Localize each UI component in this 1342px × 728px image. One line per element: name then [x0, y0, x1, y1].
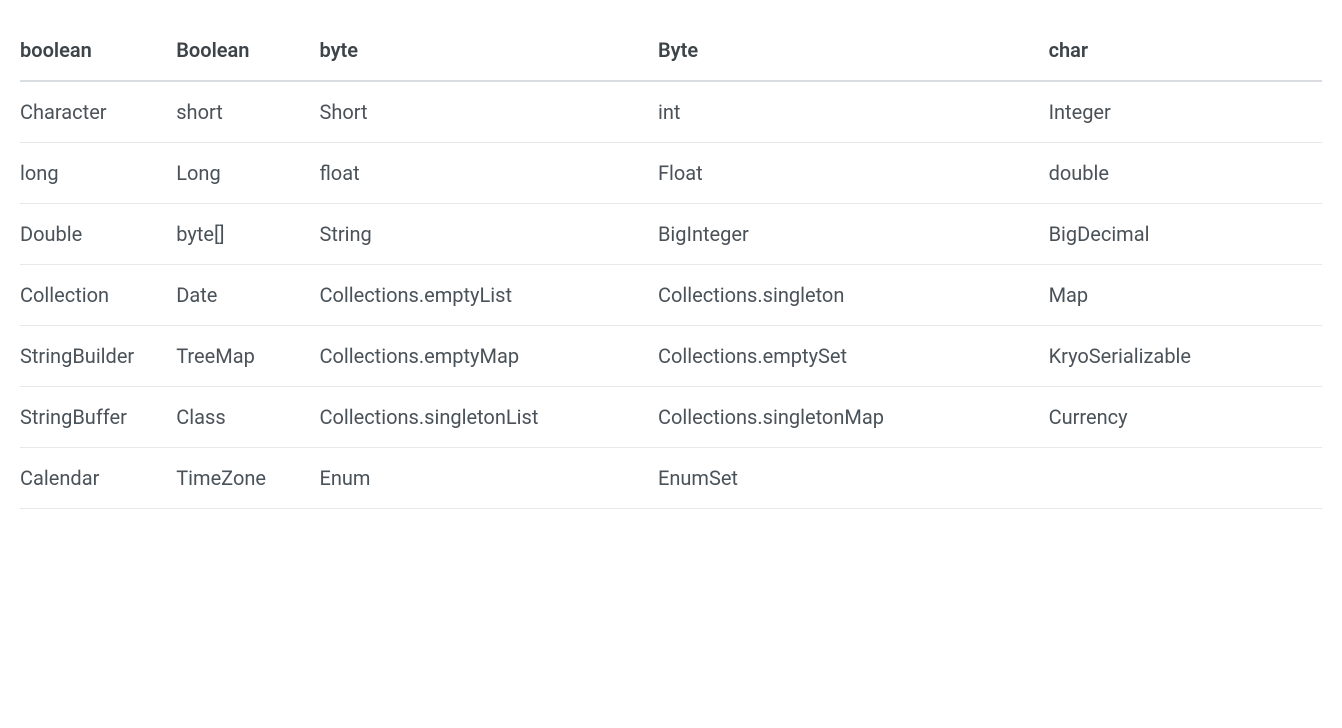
table-cell: long — [20, 143, 176, 204]
table-cell: Character — [20, 81, 176, 143]
table-cell: int — [658, 81, 1049, 143]
table-cell: KryoSerializable — [1049, 326, 1322, 387]
header-cell: byte — [319, 20, 658, 81]
table-cell: Collections.singleton — [658, 265, 1049, 326]
table-cell: String — [319, 204, 658, 265]
table-row: long Long float Float double — [20, 143, 1322, 204]
table-row: Calendar TimeZone Enum EnumSet — [20, 448, 1322, 509]
table-cell: StringBuilder — [20, 326, 176, 387]
table-cell: Collections.singletonMap — [658, 387, 1049, 448]
table-cell: Float — [658, 143, 1049, 204]
table-cell: Collections.emptyMap — [319, 326, 658, 387]
table-cell: Currency — [1049, 387, 1322, 448]
table-cell: Collections.singletonList — [319, 387, 658, 448]
table-cell: Collections.emptySet — [658, 326, 1049, 387]
table-cell: TreeMap — [176, 326, 319, 387]
table-cell: Calendar — [20, 448, 176, 509]
table-cell: Enum — [319, 448, 658, 509]
header-cell: Boolean — [176, 20, 319, 81]
header-cell: boolean — [20, 20, 176, 81]
table-row: Character short Short int Integer — [20, 81, 1322, 143]
table-cell: Collection — [20, 265, 176, 326]
table-cell: Map — [1049, 265, 1322, 326]
table-cell: Class — [176, 387, 319, 448]
table-row: StringBuilder TreeMap Collections.emptyM… — [20, 326, 1322, 387]
table-cell: short — [176, 81, 319, 143]
table-row: Double byte[] String BigInteger BigDecim… — [20, 204, 1322, 265]
table-cell: StringBuffer — [20, 387, 176, 448]
table-cell: BigDecimal — [1049, 204, 1322, 265]
table-cell: Short — [319, 81, 658, 143]
header-cell: Byte — [658, 20, 1049, 81]
table-cell: Double — [20, 204, 176, 265]
table-row: Collection Date Collections.emptyList Co… — [20, 265, 1322, 326]
table-cell: Date — [176, 265, 319, 326]
table-cell: Integer — [1049, 81, 1322, 143]
types-table: boolean Boolean byte Byte char Character… — [20, 20, 1322, 509]
table-cell: EnumSet — [658, 448, 1049, 509]
table-cell: Collections.emptyList — [319, 265, 658, 326]
table-cell: Long — [176, 143, 319, 204]
table-cell — [1049, 448, 1322, 509]
table-cell: TimeZone — [176, 448, 319, 509]
table-row: StringBuffer Class Collections.singleton… — [20, 387, 1322, 448]
table-cell: byte[] — [176, 204, 319, 265]
table-cell: float — [319, 143, 658, 204]
table-cell: BigInteger — [658, 204, 1049, 265]
table-cell: double — [1049, 143, 1322, 204]
header-cell: char — [1049, 20, 1322, 81]
table-header-row: boolean Boolean byte Byte char — [20, 20, 1322, 81]
